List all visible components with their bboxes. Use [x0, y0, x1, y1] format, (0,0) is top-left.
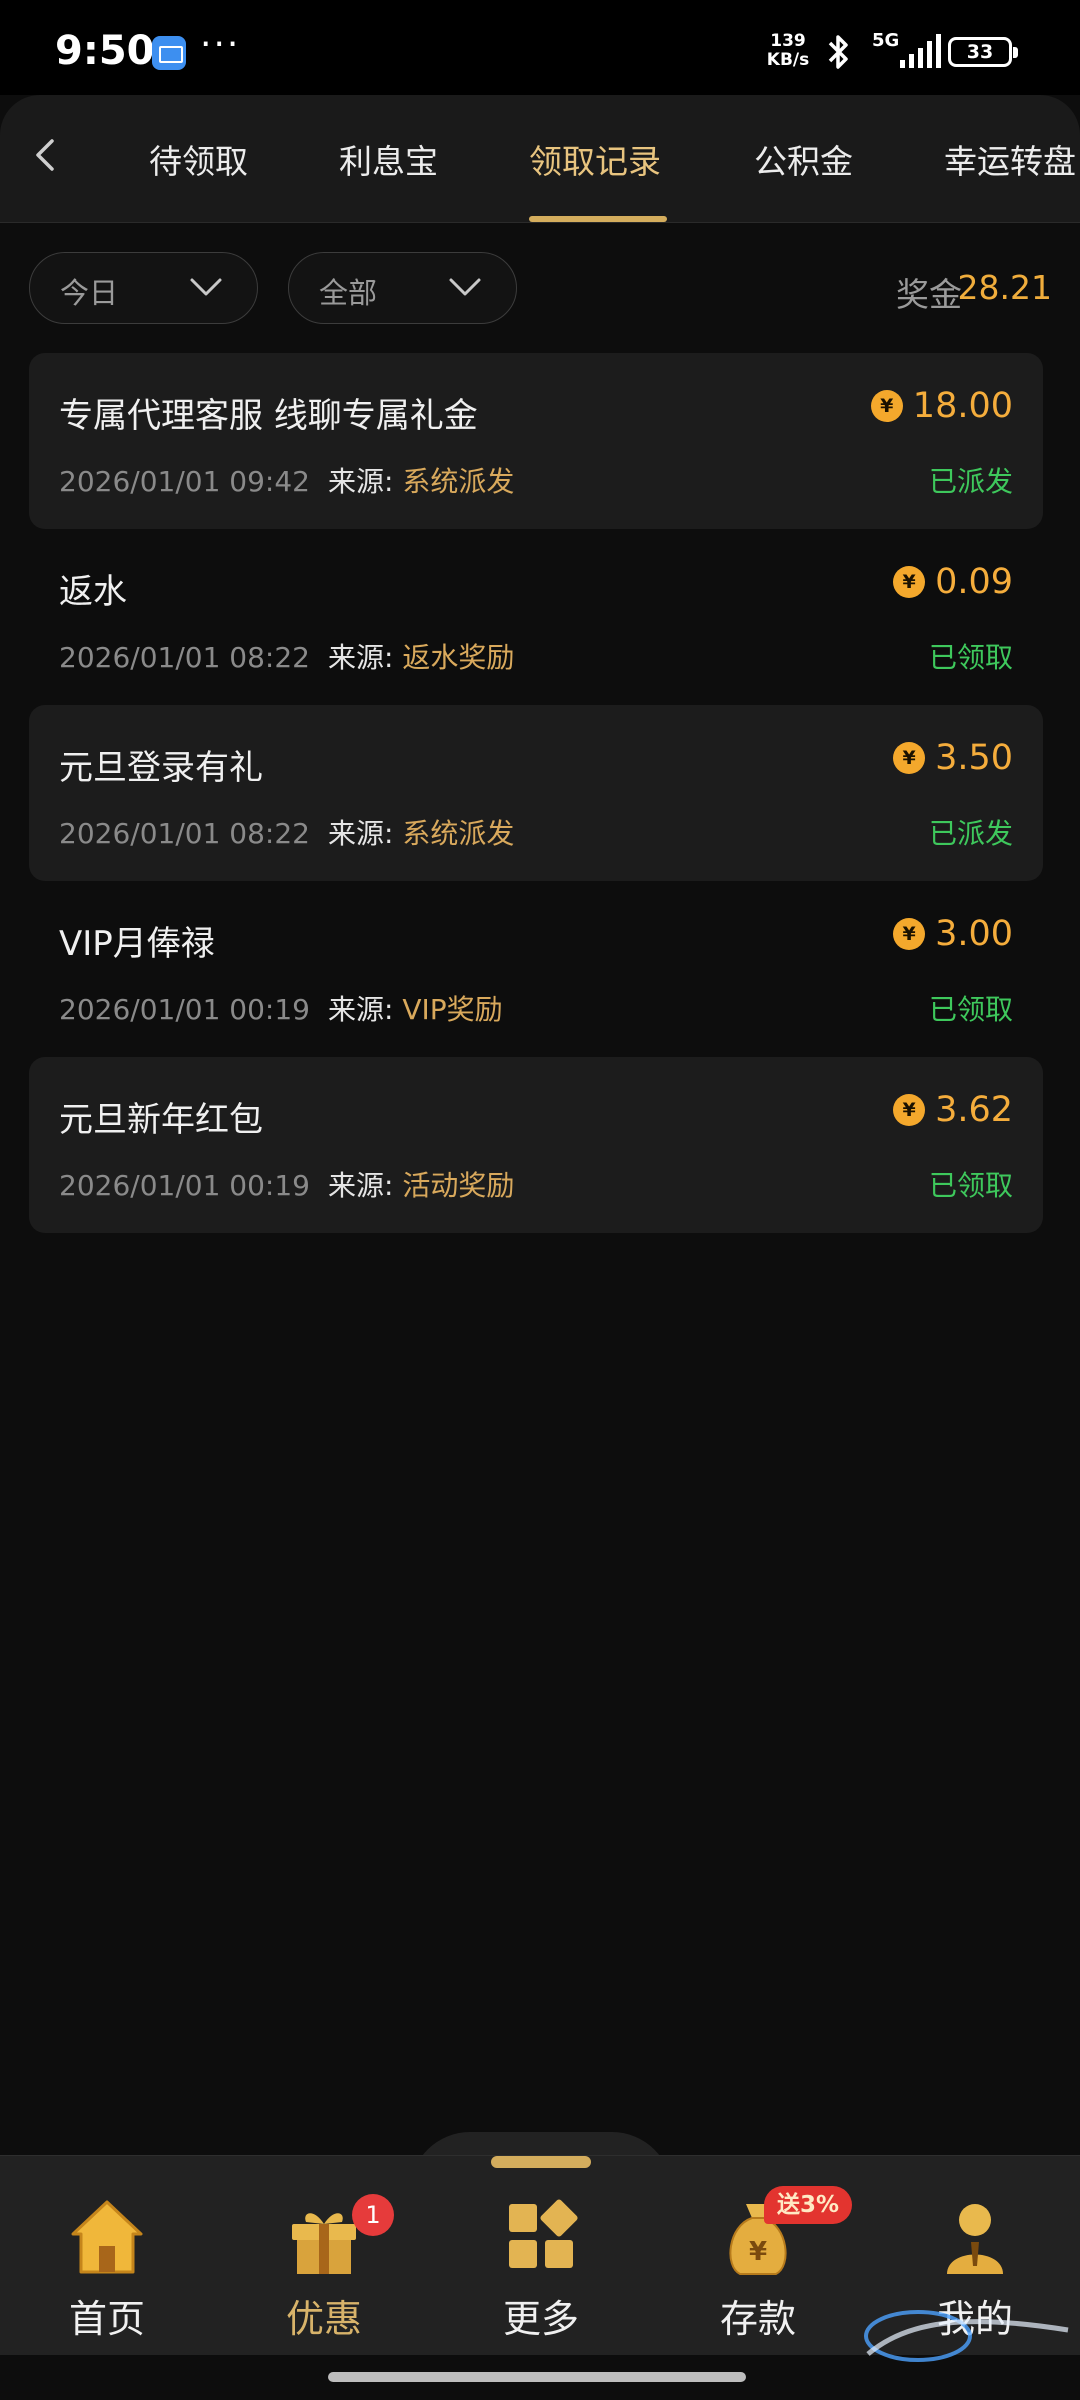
record-item: 元旦登录有礼 ¥ 3.50 2026/01/01 08:22 来源: 系统派发 已… [29, 705, 1043, 881]
nav-label-promotions: 优惠 [285, 2297, 362, 2341]
record-status: 已领取 [928, 993, 1013, 1026]
amount-value: 0.09 [935, 562, 1013, 602]
bonus-total-label: 奖金 [896, 275, 962, 314]
yuan-coin-icon: ¥ [870, 390, 903, 422]
gift-icon [292, 2213, 356, 2274]
source-label: 来源: [327, 641, 394, 674]
nav-label-more: 更多 [502, 2297, 579, 2341]
source-value: 系统派发 [402, 817, 515, 850]
record-date: 2026/01/01 00:19 [59, 993, 310, 1026]
record-amount: ¥ 3.00 [893, 914, 1013, 954]
record-status: 已派发 [928, 817, 1013, 850]
record-title: 返水 [59, 572, 127, 612]
amount-value: 18.00 [912, 386, 1013, 426]
record-item: 专属代理客服 线聊专属礼金 ¥ 18.00 2026/01/01 09:42 来源… [29, 353, 1043, 529]
nav-center-handle [491, 2156, 591, 2168]
record-item: 返水 ¥ 0.09 2026/01/01 08:22 来源: 返水奖励 已领取 [29, 529, 1043, 705]
record-item: 元旦新年红包 ¥ 3.62 2026/01/01 00:19 来源: 活动奖励 已… [29, 1057, 1043, 1233]
record-title: 元旦登录有礼 [59, 748, 263, 788]
signal-icon [900, 34, 941, 68]
chevron-down-icon [449, 278, 481, 296]
record-title: 专属代理客服 线聊专属礼金 [59, 396, 478, 436]
network-speed-value: 139 [770, 31, 806, 51]
record-item: VIP月俸禄 ¥ 3.00 2026/01/01 00:19 来源: VIP奖励 … [29, 881, 1043, 1057]
tab-header: 待领取 利息宝 领取记录 公积金 幸运转盘 [0, 95, 1080, 223]
record-date: 2026/01/01 00:19 [59, 1169, 310, 1202]
yuan-coin-icon: ¥ [893, 742, 926, 774]
yuan-coin-icon: ¥ [893, 918, 926, 950]
record-title: VIP月俸禄 [59, 924, 215, 964]
status-bar: 9:50 ··· 139 KB/s 5G 33 [0, 0, 1080, 95]
record-meta: 2026/01/01 08:22 来源: 返水奖励 [59, 636, 514, 676]
record-amount: ¥ 18.00 [870, 386, 1013, 426]
source-label: 来源: [327, 1169, 394, 1202]
record-amount: ¥ 3.62 [893, 1090, 1013, 1130]
record-meta: 2026/01/01 00:19 来源: 活动奖励 [59, 1164, 514, 1204]
svg-text:¥: ¥ [749, 2237, 767, 2267]
status-time: 9:50 [55, 28, 155, 74]
tab-claim-records[interactable]: 领取记录 [529, 135, 661, 183]
record-status: 已领取 [928, 641, 1013, 674]
home-indicator [328, 2372, 746, 2382]
active-tab-indicator [529, 216, 667, 222]
record-meta: 2026/01/01 00:19 来源: VIP奖励 [59, 988, 503, 1028]
battery-icon: 33 [948, 37, 1018, 67]
source-value: 系统派发 [402, 465, 515, 498]
home-icon [71, 2200, 143, 2274]
notification-badge: 1 [352, 2194, 394, 2236]
nav-item-home[interactable]: 首页 [27, 2194, 187, 2344]
amount-value: 3.00 [935, 914, 1013, 954]
source-value: VIP奖励 [402, 993, 503, 1026]
network-speed: 139 KB/s [760, 32, 816, 70]
tab-pending[interactable]: 待领取 [149, 135, 248, 183]
network-type: 5G [872, 30, 900, 51]
network-speed-unit: KB/s [766, 50, 810, 70]
grid-icon [509, 2199, 578, 2268]
record-date: 2026/01/01 08:22 [59, 817, 310, 850]
nav-label-deposit: 存款 [719, 2297, 796, 2341]
bonus-total-value: 28.21 [957, 268, 1052, 307]
nav-item-promotions[interactable]: 1 优惠 [244, 2194, 404, 2344]
record-title: 元旦新年红包 [59, 1100, 263, 1140]
record-status: 已派发 [928, 465, 1013, 498]
watermark-logo [864, 2310, 1069, 2362]
source-label: 来源: [327, 993, 394, 1026]
user-icon [947, 2204, 1003, 2274]
source-value: 返水奖励 [402, 641, 515, 674]
date-filter-dropdown[interactable]: 今日 [29, 252, 258, 324]
nav-label-home: 首页 [68, 2297, 145, 2341]
record-meta: 2026/01/01 08:22 来源: 系统派发 [59, 812, 514, 852]
record-amount: ¥ 3.50 [893, 738, 1013, 778]
tab-lucky-wheel[interactable]: 幸运转盘 [944, 135, 1076, 183]
notification-app-icon [152, 36, 186, 70]
tab-provident-fund[interactable]: 公积金 [754, 135, 853, 183]
amount-value: 3.62 [935, 1090, 1013, 1130]
back-arrow-icon[interactable] [26, 135, 66, 175]
record-meta: 2026/01/01 09:42 来源: 系统派发 [59, 460, 514, 500]
source-label: 来源: [327, 465, 394, 498]
type-filter-label: 全部 [319, 276, 378, 310]
source-label: 来源: [327, 817, 394, 850]
deposit-promo-tag: 送3% [764, 2186, 852, 2224]
type-filter-dropdown[interactable]: 全部 [288, 252, 517, 324]
record-date: 2026/01/01 09:42 [59, 465, 310, 498]
record-status: 已领取 [928, 1169, 1013, 1202]
nav-item-more[interactable]: 更多 [461, 2194, 621, 2344]
amount-value: 3.50 [935, 738, 1013, 778]
yuan-coin-icon: ¥ [893, 1094, 926, 1126]
yuan-coin-icon: ¥ [893, 566, 926, 598]
tab-interest[interactable]: 利息宝 [339, 135, 438, 183]
date-filter-label: 今日 [60, 276, 119, 310]
source-value: 活动奖励 [402, 1169, 515, 1202]
record-date: 2026/01/01 08:22 [59, 641, 310, 674]
bluetooth-icon [828, 35, 848, 69]
chevron-down-icon [190, 278, 222, 296]
record-amount: ¥ 0.09 [893, 562, 1013, 602]
more-notifications-icon: ··· [200, 24, 241, 65]
